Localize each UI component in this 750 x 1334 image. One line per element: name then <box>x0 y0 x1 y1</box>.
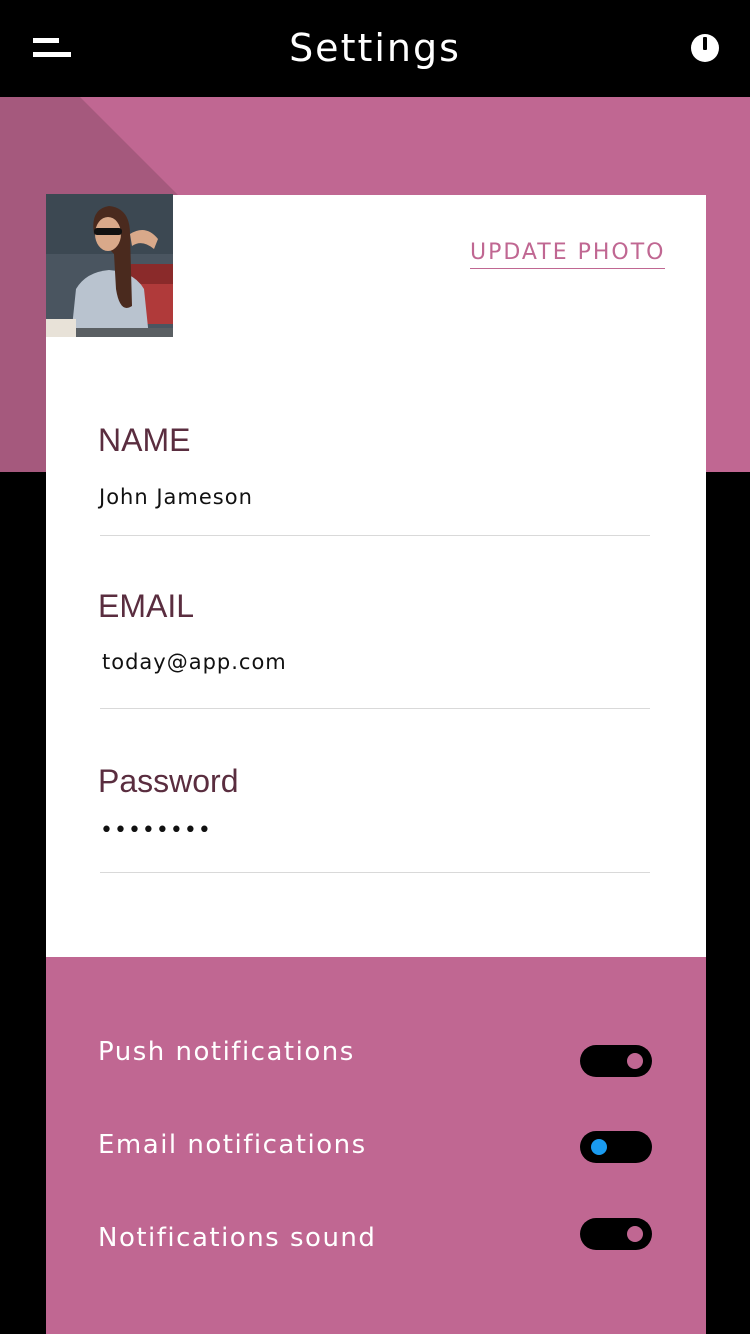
email-divider <box>100 708 650 709</box>
notifications-sound-label: Notifications sound <box>98 1223 377 1253</box>
password-label: Password <box>98 763 239 799</box>
email-notifications-label: Email notifications <box>98 1130 367 1160</box>
email-label: EMAIL <box>98 588 195 624</box>
toggle-knob <box>627 1053 643 1069</box>
email-notifications-toggle[interactable] <box>580 1131 652 1163</box>
toggle-knob <box>627 1226 643 1242</box>
power-icon[interactable] <box>690 33 720 63</box>
toggle-knob <box>591 1139 607 1155</box>
password-field[interactable]: •••••••• <box>100 818 212 843</box>
update-photo-button[interactable]: UPDATE PHOTO <box>470 240 666 269</box>
push-notifications-label: Push notifications <box>98 1037 355 1067</box>
name-divider <box>100 535 650 536</box>
avatar[interactable] <box>46 194 173 337</box>
top-bar: Settings <box>0 0 750 97</box>
password-divider <box>100 872 650 873</box>
notifications-sound-toggle[interactable] <box>580 1218 652 1250</box>
name-label: NAME <box>98 422 191 458</box>
name-field[interactable]: John Jameson <box>99 485 253 509</box>
email-field[interactable]: today@app.com <box>102 650 287 674</box>
page-title: Settings <box>289 26 461 70</box>
push-notifications-toggle[interactable] <box>580 1045 652 1077</box>
